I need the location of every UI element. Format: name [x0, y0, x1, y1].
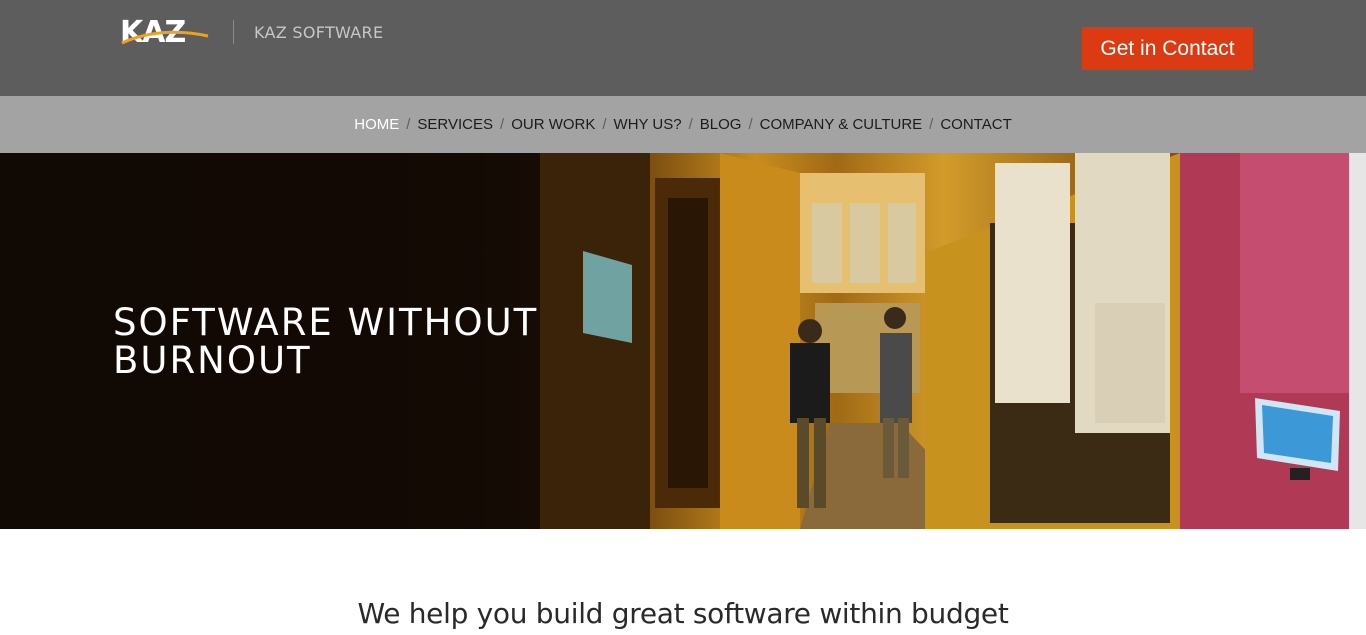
nav-item-why-us[interactable]: WHY US?	[614, 116, 682, 134]
nav-separator: /	[929, 116, 934, 133]
hero-banner: SOFTWARE WITHOUT BURNOUT	[0, 153, 1349, 529]
nav-separator: /	[500, 116, 505, 133]
brand-name: KAZ SOFTWARE	[254, 23, 384, 42]
nav-separator: /	[748, 116, 753, 133]
main-navigation: HOME / SERVICES / OUR WORK / WHY US? / BLOG / COMP…	[0, 96, 1366, 153]
nav-item-our-work[interactable]: OUR WORK	[511, 116, 595, 134]
hero-title-line-2: BURNOUT	[113, 339, 312, 382]
logo-swoosh-icon	[121, 30, 209, 45]
hero-scrollbar[interactable]	[1349, 153, 1366, 529]
hero-title: SOFTWARE WITHOUT BURNOUT	[113, 304, 538, 380]
nav-item-contact[interactable]: CONTACT	[940, 116, 1011, 134]
tagline-heading: We help you build great software within …	[357, 597, 1009, 630]
nav-item-services[interactable]: SERVICES	[417, 116, 493, 134]
nav-item-home[interactable]: HOME	[354, 116, 399, 134]
nav-list: HOME / SERVICES / OUR WORK / WHY US? / BLOG / COMP…	[354, 116, 1011, 134]
nav-separator: /	[602, 116, 607, 133]
kaz-logo[interactable]: KAZ	[120, 16, 210, 50]
logo-divider	[233, 20, 234, 44]
get-in-contact-button[interactable]: Get in Contact	[1082, 27, 1253, 70]
nav-item-company-culture[interactable]: COMPANY & CULTURE	[760, 116, 923, 134]
site-header: KAZ KAZ SOFTWARE Get in Contact	[0, 0, 1366, 96]
nav-separator: /	[406, 116, 411, 133]
nav-separator: /	[688, 116, 693, 133]
nav-item-blog[interactable]: BLOG	[700, 116, 742, 134]
hero-title-line-1: SOFTWARE WITHOUT	[113, 301, 539, 344]
